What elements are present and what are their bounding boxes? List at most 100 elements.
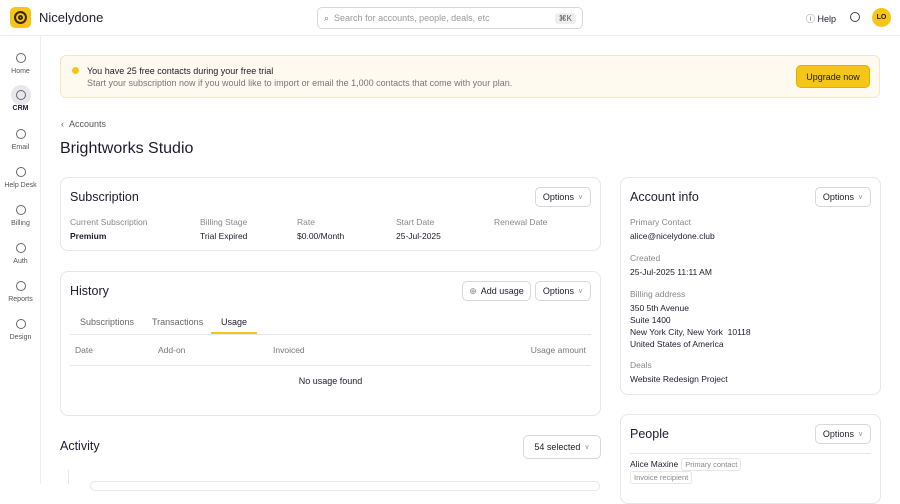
sidebar-label: Design xyxy=(9,334,32,341)
history-options-button[interactable]: Options ∨ xyxy=(535,281,591,301)
page-title: Brightworks Studio xyxy=(60,140,194,157)
sidebar: Home CRM Email Help Desk Billing Auth Re… xyxy=(0,36,41,484)
plus-icon: ⊕ xyxy=(469,285,477,296)
field-label: Primary Contact xyxy=(630,217,691,227)
field-value: Trial Expired xyxy=(200,231,248,241)
activity-filter[interactable]: 54 selected ∨ xyxy=(523,435,601,459)
people-options-button[interactable]: Options ∨ xyxy=(815,424,871,444)
tag-badge: Primary contact xyxy=(681,458,742,471)
design-icon xyxy=(15,319,26,329)
address-line: United States of America xyxy=(630,339,724,349)
sidebar-label: Billing xyxy=(11,220,30,227)
reports-icon xyxy=(15,281,26,291)
person-row[interactable]: Alice Maxine Primary contact xyxy=(630,458,742,471)
card-title: History xyxy=(70,284,109,298)
crm-icon xyxy=(15,90,26,100)
table-divider xyxy=(70,365,591,366)
column-header: Invoiced xyxy=(273,345,305,355)
brand-name: Nicelydone xyxy=(39,10,104,25)
user-avatar[interactable]: LO xyxy=(872,8,891,27)
upgrade-button[interactable]: Upgrade now xyxy=(796,65,870,88)
sidebar-label: Reports xyxy=(8,296,33,303)
field-label: Rate xyxy=(297,217,315,227)
trial-banner: You have 25 free contacts during your fr… xyxy=(60,55,880,98)
address-line: 350 5th Avenue xyxy=(630,303,689,313)
email-icon xyxy=(15,129,26,139)
tab-usage[interactable]: Usage xyxy=(211,317,258,334)
search-placeholder: Search for accounts, people, deals, etc xyxy=(334,13,490,23)
tag-badge: Invoice recipient xyxy=(630,471,693,484)
sidebar-label: CRM xyxy=(12,105,29,112)
add-usage-button[interactable]: ⊕ Add usage xyxy=(462,281,531,301)
card-title: People xyxy=(630,427,669,441)
options-label: Options xyxy=(822,192,854,202)
field-label: Renewal Date xyxy=(494,217,548,227)
home-icon xyxy=(15,53,26,63)
field-label: Created xyxy=(630,253,661,263)
column-header: Add-on xyxy=(158,345,186,355)
subscription-card: Subscription Options ∨ Current Subscripti… xyxy=(60,177,601,251)
sidebar-item-billing[interactable]: Billing xyxy=(4,199,37,233)
tab-transactions[interactable]: Transactions xyxy=(152,317,203,334)
sidebar-label: Home xyxy=(11,68,30,75)
chevron-left-icon: ‹ xyxy=(61,119,69,129)
billing-icon xyxy=(15,205,26,215)
activity-title: Activity xyxy=(60,439,100,453)
help-icon: ⓘ xyxy=(806,14,818,24)
account-info-card: Account info Options ∨ Primary Contact al… xyxy=(620,177,881,395)
column-header: Date xyxy=(75,345,93,355)
options-label: Options xyxy=(822,429,854,439)
field-label: Billing Stage xyxy=(200,217,248,227)
divider xyxy=(630,453,871,454)
help-desk-icon xyxy=(15,167,26,177)
tabs-divider xyxy=(70,334,591,335)
chevron-down-icon: ∨ xyxy=(577,194,584,201)
chevron-down-icon: ∨ xyxy=(584,444,590,451)
sidebar-label: Email xyxy=(11,144,30,151)
top-header: Nicelydone ⌕ Search for accounts, people,… xyxy=(0,0,900,36)
tab-subscriptions[interactable]: Subscriptions xyxy=(80,317,134,334)
sidebar-item-help-desk[interactable]: Help Desk xyxy=(2,161,39,195)
timeline-line xyxy=(68,470,69,484)
options-label: Options xyxy=(542,192,574,202)
subscription-options-button[interactable]: Options ∨ xyxy=(535,187,591,207)
field-label: Current Subscription xyxy=(70,217,148,227)
add-usage-label: Add usage xyxy=(480,286,524,296)
search-icon: ⌕ xyxy=(324,12,330,23)
field-label: Start Date xyxy=(396,217,435,227)
options-label: Options xyxy=(542,286,574,296)
card-title: Account info xyxy=(630,190,699,204)
chevron-down-icon: ∨ xyxy=(857,431,864,438)
sidebar-label: Help Desk xyxy=(4,182,37,189)
created-value: 25-Jul-2025 11:11 AM xyxy=(630,267,712,277)
sidebar-label: Auth xyxy=(13,258,28,265)
sidebar-item-email[interactable]: Email xyxy=(4,123,37,157)
chevron-down-icon: ∨ xyxy=(857,194,864,201)
search-shortcut: ⌘K xyxy=(554,12,576,24)
field-label: Deals xyxy=(630,360,652,370)
auth-icon xyxy=(15,243,26,253)
account-options-button[interactable]: Options ∨ xyxy=(815,187,871,207)
help-button[interactable]: ⓘ Help xyxy=(806,12,836,25)
chevron-down-icon: ∨ xyxy=(577,288,584,295)
column-header: Usage amount xyxy=(530,345,586,355)
sidebar-item-home[interactable]: Home xyxy=(4,47,37,81)
chat-icon[interactable] xyxy=(850,12,860,22)
field-value: $0.00/Month xyxy=(297,231,345,241)
banner-text: Start your subscription now if you would… xyxy=(87,78,513,88)
sidebar-item-design[interactable]: Design xyxy=(4,313,37,347)
app-logo[interactable] xyxy=(10,7,31,28)
sidebar-item-crm[interactable]: CRM xyxy=(4,85,37,119)
primary-contact-email[interactable]: alice@nicelydone.club xyxy=(630,231,715,241)
deal-link[interactable]: Website Redesign Project xyxy=(630,374,728,384)
sidebar-item-auth[interactable]: Auth xyxy=(4,237,37,271)
address-line: New York City, New York 10118 xyxy=(630,327,751,337)
sidebar-item-reports[interactable]: Reports xyxy=(4,275,37,309)
history-card: History ⊕ Add usage Options ∨ Subscription… xyxy=(60,271,601,416)
breadcrumb[interactable]: ‹ Accounts xyxy=(61,119,106,129)
person-name: Alice Maxine xyxy=(630,459,679,469)
address-line: Suite 1400 xyxy=(630,315,671,325)
field-label: Billing address xyxy=(630,289,686,299)
search-input[interactable]: ⌕ Search for accounts, people, deals, etc… xyxy=(317,7,583,29)
filter-label: 54 selected xyxy=(534,442,581,452)
